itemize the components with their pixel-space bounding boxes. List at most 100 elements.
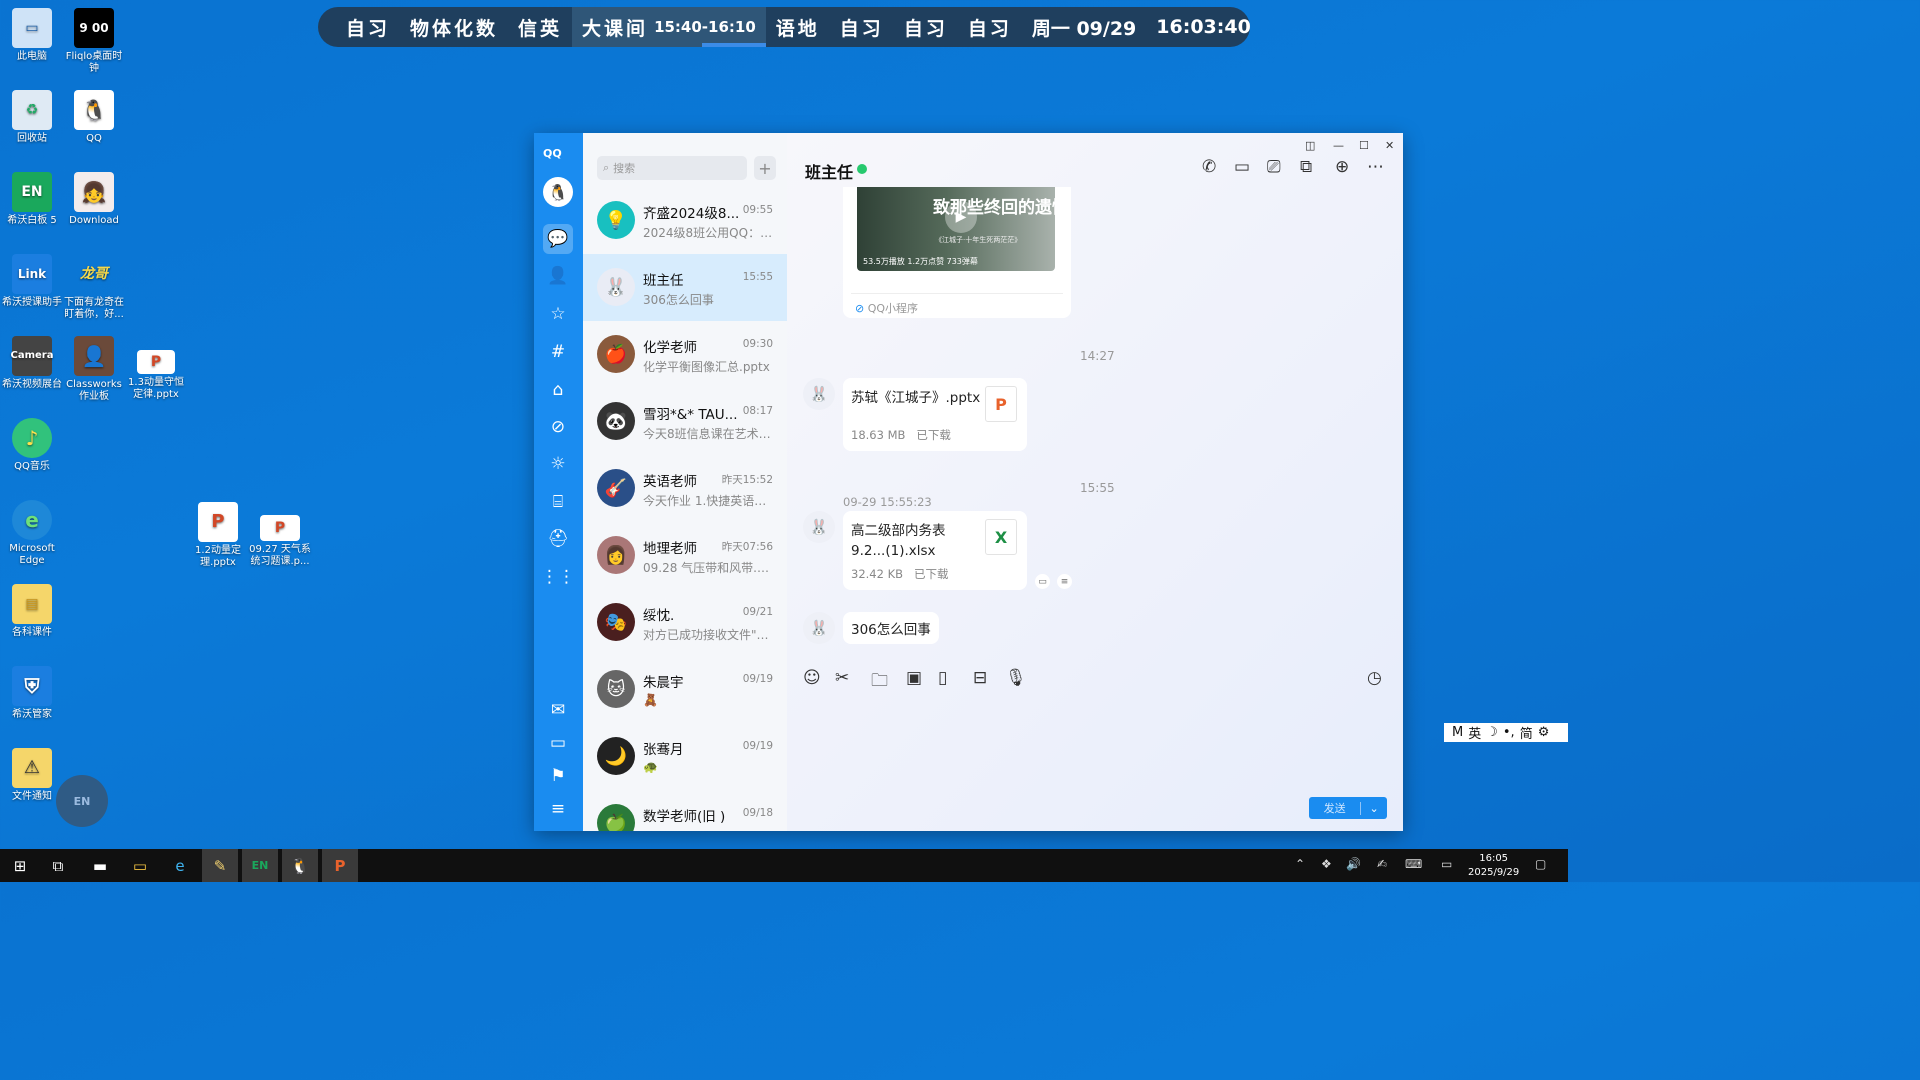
desktop-icon-seewo-link[interactable]: Link 希沃授课助手 (0, 254, 64, 309)
keyboard-icon[interactable]: ⌨ (1405, 857, 1422, 871)
maximize-icon[interactable]: ☐ (1359, 139, 1369, 152)
space-icon[interactable]: ⌂ (546, 378, 570, 402)
add-member-icon[interactable]: ⊕ (1335, 157, 1349, 177)
desktop-icon-pptx-1-2[interactable]: P 1.2动量定理.pptx (186, 502, 250, 569)
desktop-icon-dragon-peek[interactable]: 龙哥 下面有龙奇在盯着你，好... (62, 254, 126, 321)
video-call-icon[interactable]: ▭ (1234, 157, 1250, 177)
avatar[interactable]: 🐰 (803, 511, 835, 543)
seewo-floating-button[interactable]: EN (56, 775, 108, 827)
add-button[interactable]: + (754, 156, 776, 180)
desktop-icon-classworks[interactable]: 👤 Classworks作业板 (62, 336, 126, 403)
mail-icon[interactable]: ✉ (546, 698, 570, 722)
tablet-icon[interactable]: ▭ (1441, 857, 1452, 871)
app-icon[interactable]: ⌸ (546, 490, 570, 514)
taskbar-clock[interactable]: 16:05 2025/9/29 (1468, 852, 1519, 880)
send-button[interactable]: 发送 ⌄ (1309, 797, 1387, 819)
conversation-item[interactable]: 💡 齐盛2024级8... 09:55 2024级8班公用QQ：化... (583, 187, 787, 254)
messages-icon[interactable]: 💬 (543, 224, 573, 254)
microphone-icon[interactable]: 🎙 (1005, 668, 1027, 688)
avatar[interactable]: 🐰 (803, 612, 835, 644)
pen-icon[interactable]: ✍ (1377, 857, 1387, 871)
seewo-board-icon[interactable]: EN (242, 849, 278, 882)
history-clock-icon[interactable]: ◷ (1367, 668, 1382, 688)
app-icon[interactable]: ▬ (82, 849, 118, 882)
conversation-item[interactable]: 🎸 英语老师 昨天15:52 今天作业 1.快捷英语W... (583, 455, 787, 522)
volume-icon[interactable]: 🔊 (1346, 857, 1361, 871)
desktop-icon-edge[interactable]: e Microsoft Edge (0, 500, 64, 567)
file-explorer-icon[interactable]: ▭ (122, 849, 158, 882)
desktop-icon-file-notice[interactable]: ⚠ 文件通知 (0, 748, 64, 803)
ime-lang[interactable]: 英 (1468, 723, 1481, 742)
folder-icon[interactable]: 🗀 (871, 668, 888, 697)
desktop-icon-seewo-camera[interactable]: Camera 希沃视频展台 (0, 336, 64, 391)
redpacket-icon[interactable]: ⊟ (973, 668, 987, 688)
desktop-icon-seewo-board[interactable]: EN 希沃白板 5 (0, 172, 64, 227)
conversation-item[interactable]: 🌙 张骞月 09/19 🐢 (583, 723, 787, 790)
desktop-icon-fliqlo[interactable]: 9 00 Fliqlo桌面时钟 (62, 8, 126, 75)
conversation-item[interactable]: 🎭 绥忱. 09/21 对方已成功接收文件"09... (583, 589, 787, 656)
contacts-icon[interactable]: 👤 (546, 264, 570, 288)
folder-icon[interactable]: ▭ (546, 731, 570, 755)
phone-icon[interactable]: ✆ (1202, 157, 1216, 177)
avatar[interactable]: 🐰 (803, 378, 835, 410)
mini-program-card[interactable]: 致那些终回的遗憾 《江城子·十年生死两茫茫》 ▶ 53.5万播放 1.2万点赞 … (843, 187, 1071, 318)
conversation-item[interactable]: 🐰 班主任 15:55 306怎么回事 (583, 254, 787, 321)
task-view-icon[interactable]: ⧉ (40, 849, 76, 882)
minimize-icon[interactable]: — (1333, 139, 1344, 152)
chevron-down-icon[interactable]: ⌄ (1360, 801, 1387, 815)
open-folder-icon[interactable]: ▭ (1035, 574, 1050, 589)
conversation-item[interactable]: 🍎 化学老师 09:30 化学平衡图像汇总.pptx (583, 321, 787, 388)
file-message[interactable]: 苏轼《江城子》.pptx 18.63 MB 已下载 P (843, 378, 1027, 451)
search-input[interactable]: ⌕ 搜索 (597, 156, 747, 180)
desktop-icon-qq[interactable]: 🐧 QQ (62, 90, 126, 145)
qq-penguin-icon[interactable]: 🐧 (282, 849, 318, 882)
desktop-icon-recycle-bin[interactable]: ♻ 回收站 (0, 90, 64, 145)
star-icon[interactable]: ☆ (546, 302, 570, 326)
image-icon[interactable]: ▣ (906, 668, 922, 688)
note-app-icon[interactable]: ✎ (202, 849, 238, 882)
shake-icon[interactable]: ▯ (938, 668, 947, 688)
conversation-item[interactable]: 🐱 朱晨宇 09/19 🧸 (583, 656, 787, 723)
play-icon[interactable]: ▶ (945, 201, 977, 233)
conversation-item[interactable]: 🐼 雪羽*&* TAU... 08:17 今天8班信息课在艺术楼... (583, 388, 787, 455)
desktop-icon-this-pc[interactable]: ▭ 此电脑 (0, 8, 64, 63)
avatar[interactable]: 🐧 (543, 177, 573, 207)
edge-icon[interactable]: e (162, 849, 198, 882)
bookmark-icon[interactable]: ⚑ (546, 764, 570, 788)
desktop-icon-download[interactable]: 👧 Download (62, 172, 126, 227)
chevron-up-icon[interactable]: ⌃ (1295, 857, 1305, 871)
close-icon[interactable]: ✕ (1385, 139, 1394, 152)
punct-icon[interactable]: •, (1503, 725, 1515, 740)
desktop-icon-seewo-guard[interactable]: ⛨ 希沃管家 (0, 666, 64, 721)
text-message[interactable]: 306怎么回事 (843, 612, 939, 644)
sun-icon[interactable]: ☼ (546, 452, 570, 476)
notification-icon[interactable]: ▢ (1535, 857, 1546, 871)
desktop-icon-qq-music[interactable]: ♪ QQ音乐 (0, 418, 64, 473)
video-thumbnail[interactable]: 致那些终回的遗憾 《江城子·十年生死两茫茫》 ▶ 53.5万播放 1.2万点赞 … (857, 187, 1055, 271)
ime-mode[interactable]: M (1452, 725, 1463, 740)
conversation-item[interactable]: 🍏 数学老师(旧 ) 09/18 (583, 790, 787, 831)
ime-script[interactable]: 简 (1520, 723, 1533, 742)
pin-icon[interactable]: ◫ (1305, 139, 1315, 152)
file-message[interactable]: 高二级部内务表 9.2...(1).xlsx 32.42 KB 已下载 X (843, 511, 1027, 590)
tray-app-icon[interactable]: ❖ (1321, 857, 1332, 871)
scissors-icon[interactable]: ✂ (835, 668, 849, 688)
screen-share-icon[interactable]: ⎚ (1267, 157, 1281, 177)
desktop-icon-courseware-folder[interactable]: ▤ 各科课件 (0, 584, 64, 639)
menu-icon[interactable]: ≡ (546, 797, 570, 821)
desktop-icon-pptx-1-3[interactable]: P 1.3动量守恒定律.pptx (124, 350, 188, 401)
moon-icon[interactable]: ☽ (1486, 725, 1498, 740)
file-menu-icon[interactable]: ≡ (1057, 574, 1072, 589)
powerpoint-icon[interactable]: P (322, 849, 358, 882)
game-icon[interactable]: ⛑ (546, 527, 570, 551)
grid-icon[interactable]: ⋮⋮ (541, 565, 575, 589)
link-icon[interactable]: ⊘ (546, 415, 570, 439)
gear-icon[interactable]: ⚙ (1538, 725, 1550, 740)
conversation-item[interactable]: 👩 地理老师 昨天07:56 09.28 气压带和风带.pptx (583, 522, 787, 589)
desktop-icon-pptx-weather[interactable]: P 09.27 天气系统习题课.p... (248, 515, 312, 568)
more-icon[interactable]: ⋯ (1367, 157, 1384, 177)
remote-assist-icon[interactable]: ⧉ (1300, 157, 1312, 177)
emoji-icon[interactable]: ☺ (803, 668, 821, 688)
channel-icon[interactable]: # (546, 340, 570, 364)
start-icon[interactable]: ⊞ (2, 849, 38, 882)
